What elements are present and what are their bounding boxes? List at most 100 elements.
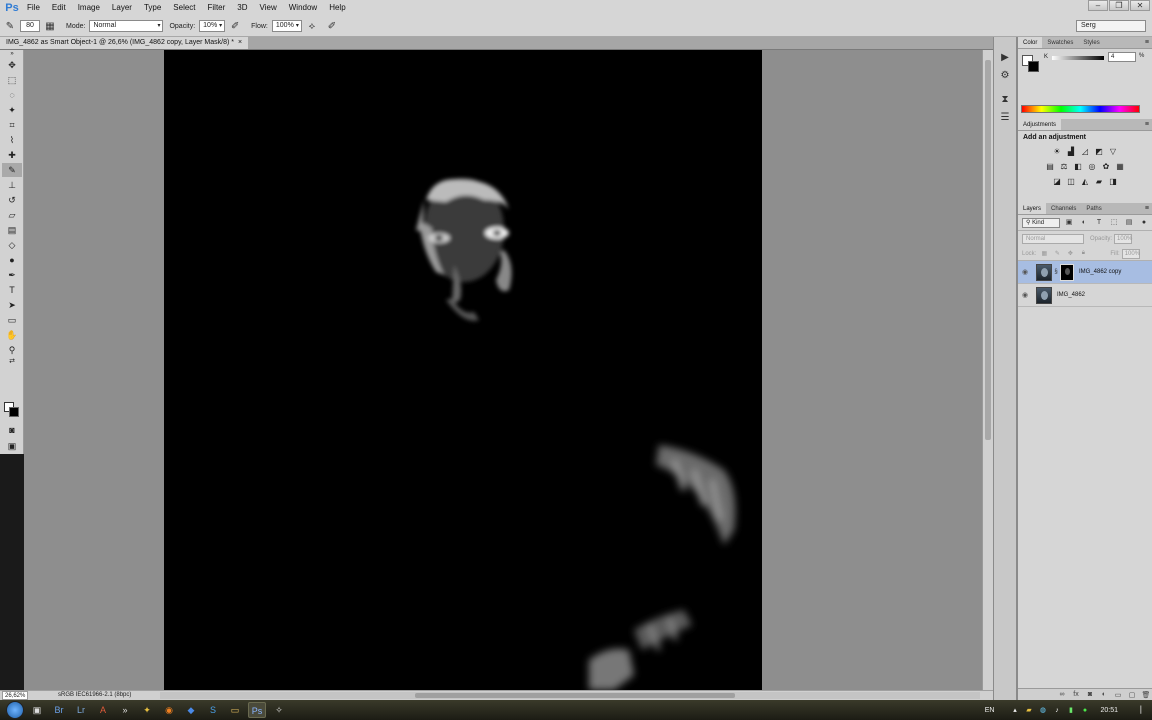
layer-thumbnail[interactable] (1036, 263, 1052, 281)
type-filter-icon[interactable]: T (1093, 218, 1105, 228)
panel-menu-icon[interactable]: ≡ (1145, 203, 1149, 215)
folder-icon[interactable]: ▰ (1023, 706, 1034, 714)
actions-icon[interactable]: ⚙ (997, 69, 1013, 83)
tab-styles[interactable]: Styles (1078, 37, 1104, 48)
link-layers-icon[interactable]: ∞ (1055, 691, 1069, 698)
layer-mask-thumbnail[interactable] (1060, 263, 1074, 281)
menu-edit[interactable]: Edit (46, 0, 72, 16)
opacity-input[interactable]: 10% ▾ (199, 20, 226, 32)
document-canvas[interactable] (164, 50, 762, 690)
background-color-swatch[interactable] (1028, 61, 1039, 72)
tab-color[interactable]: Color (1018, 37, 1043, 48)
eraser-tool-icon[interactable]: ▱ (2, 208, 22, 222)
add-mask-icon[interactable]: ◙ (1083, 691, 1097, 698)
menu-help[interactable]: Help (323, 0, 351, 16)
play-icon[interactable]: ▶ (997, 51, 1013, 65)
close-icon[interactable]: × (238, 39, 242, 46)
menu-type[interactable]: Type (138, 0, 167, 16)
menu-file[interactable]: File (21, 0, 46, 16)
quick-select-tool-icon[interactable]: ✦ (2, 103, 22, 117)
show-desktop-icon[interactable]: ▕ (1133, 706, 1144, 714)
lock-position-icon[interactable]: ✥ (1065, 250, 1075, 257)
restore-icon[interactable]: ❐ (1109, 0, 1129, 11)
explorer-icon[interactable]: ▭ (226, 702, 244, 718)
curves-icon[interactable]: ◿ (1079, 146, 1091, 157)
background-color-swatch[interactable] (9, 407, 19, 417)
panel-collapse-icon[interactable]: » (2, 51, 22, 57)
acrobat-icon[interactable]: A (94, 702, 112, 718)
clone-stamp-tool-icon[interactable]: ⊥ (2, 178, 22, 192)
photoshop-task-icon[interactable]: Ps (248, 702, 266, 718)
layer-row-img-4862-copy[interactable]: ◉ § IMG_4862 copy (1018, 261, 1152, 284)
tool-task-icon[interactable]: ✧ (270, 702, 288, 718)
panel-menu-icon[interactable]: ≡ (1145, 119, 1149, 131)
gradient-map-icon[interactable]: ▰ (1093, 176, 1105, 187)
layer-name[interactable]: IMG_4862 copy (1079, 269, 1121, 275)
brightness-icon[interactable]: ☀ (1051, 146, 1063, 157)
document-info[interactable]: sRGB IEC61966-2.1 (8bpc) (58, 691, 131, 700)
layer-row-img-4862[interactable]: ◉ IMG_4862 (1018, 284, 1152, 307)
brush-preset-icon[interactable]: ✎ (2, 18, 18, 34)
move-tool-icon[interactable]: ✥ (2, 58, 22, 72)
app-icon[interactable]: ✦ (138, 702, 156, 718)
update-icon[interactable]: ● (1079, 707, 1090, 714)
desktop-icon[interactable]: ▣ (28, 702, 46, 718)
screen-mode-icon[interactable]: ▣ (2, 439, 22, 453)
skype-icon[interactable]: S (204, 702, 222, 718)
lock-all-icon[interactable]: 🔒︎ (1078, 250, 1088, 257)
swap-colors-icon[interactable]: ⇄ (2, 358, 22, 366)
lightroom-icon[interactable]: Lr (72, 702, 90, 718)
channel-slider[interactable] (1052, 56, 1104, 60)
zoom-tool-icon[interactable]: ⚲ (2, 343, 22, 357)
layer-opacity-input[interactable]: 100% (1114, 234, 1132, 244)
blend-mode-select[interactable]: Normal (1022, 234, 1084, 244)
menu-select[interactable]: Select (167, 0, 201, 16)
pixel-filter-icon[interactable]: ▣ (1063, 218, 1075, 228)
close-icon[interactable]: ✕ (1130, 0, 1150, 11)
scroll-thumb[interactable] (415, 693, 735, 698)
horizontal-scrollbar[interactable] (160, 692, 980, 699)
tab-layers[interactable]: Layers (1018, 203, 1047, 214)
photo-filter-icon[interactable]: ◎ (1086, 161, 1098, 172)
airbrush-icon[interactable]: ⟡ (304, 18, 320, 34)
language-indicator[interactable]: EN (985, 707, 995, 714)
workspace-switcher[interactable]: Serg (1076, 20, 1146, 32)
brush-panel-icon[interactable]: ▦ (42, 18, 58, 34)
tab-channels[interactable]: Channels (1046, 203, 1081, 214)
path-selection-tool-icon[interactable]: ➤ (2, 298, 22, 312)
properties-icon[interactable]: ☰ (997, 111, 1013, 125)
clock[interactable]: 20:51 (1100, 707, 1118, 714)
firefox-icon[interactable]: ◉ (160, 702, 178, 718)
layer-name[interactable]: IMG_4862 (1057, 292, 1085, 298)
menu-image[interactable]: Image (72, 0, 106, 16)
zoom-level-input[interactable]: 26,62% (2, 691, 28, 700)
smart-object-filter-icon[interactable]: ▤ (1123, 218, 1135, 228)
eyedropper-tool-icon[interactable]: ⌇ (2, 133, 22, 147)
levels-icon[interactable]: ▟ (1065, 146, 1077, 157)
menu-3d[interactable]: 3D (231, 0, 253, 16)
threshold-icon[interactable]: ◭ (1079, 176, 1091, 187)
hue-saturation-icon[interactable]: ▤ (1044, 161, 1056, 172)
network-icon[interactable]: ◍ (1037, 706, 1048, 714)
flow-input[interactable]: 100% ▾ (271, 20, 302, 32)
tab-swatches[interactable]: Swatches (1042, 37, 1078, 48)
blur-tool-icon[interactable]: ◇ (2, 238, 22, 252)
lasso-tool-icon[interactable]: ◌ (2, 88, 22, 102)
new-group-icon[interactable]: ▭ (1111, 691, 1125, 699)
mode-select[interactable]: Normal ▾ (89, 20, 164, 32)
bridge-icon[interactable]: Br (50, 702, 68, 718)
history-icon[interactable]: ⧗ (997, 93, 1013, 107)
gradient-tool-icon[interactable]: ▤ (2, 223, 22, 237)
menu-window[interactable]: Window (283, 0, 323, 16)
link-chain-icon[interactable]: § (1053, 269, 1059, 275)
fill-input[interactable]: 100% (1121, 248, 1140, 259)
browser-icon[interactable]: ◆ (182, 702, 200, 718)
channel-value-input[interactable]: 4 (1108, 52, 1136, 62)
eye-icon[interactable]: ◉ (1018, 268, 1032, 276)
eye-icon[interactable]: ◉ (1018, 291, 1032, 299)
brush-tool-icon[interactable]: ✎ (2, 163, 22, 177)
color-balance-icon[interactable]: ⚖ (1058, 161, 1070, 172)
pressure-size-icon[interactable]: ✐ (324, 18, 340, 34)
black-white-icon[interactable]: ◧ (1072, 161, 1084, 172)
layer-thumbnail[interactable] (1036, 286, 1052, 304)
